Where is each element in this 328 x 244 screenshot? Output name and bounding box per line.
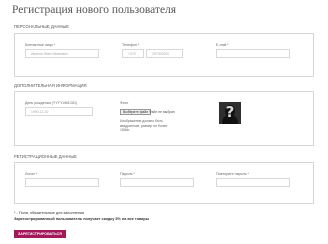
personal-panel: Контактное лицо * Иванов Иван Иванович Т… [14,33,314,77]
personal-section-heading: Персональные данные [14,24,70,29]
register-button[interactable]: Зарегистрироваться [14,230,66,238]
name-input[interactable]: Иванов Иван Иванович [25,49,99,58]
email-label: E-mail * [216,43,229,47]
photo-hint: Изображение должно быть квадратным, разм… [120,119,168,133]
birthday-input[interactable]: 1990-12-30 [25,107,93,116]
repeat-password-label: Повторите пароль * [216,172,249,176]
repeat-password-input[interactable] [216,178,290,187]
account-panel: Логин * Пароль * Повторите пароль * [14,162,314,204]
photo-label: Фото [120,101,129,105]
email-input[interactable] [216,49,290,58]
birthday-label: День рождения (YYYY-MM-DD) [25,101,77,105]
extra-section-heading: Дополнительная информация [14,83,87,88]
login-input[interactable] [25,178,99,187]
phone-input[interactable]: 297000000 [146,49,183,58]
required-note: * - Поля, обязательные для заполнения [14,211,85,215]
extra-panel: День рождения (YYYY-MM-DD) 1990-12-30 Фо… [14,91,314,146]
password-label: Пароль * [120,172,135,176]
password-input[interactable] [120,178,194,187]
login-label: Логин * [25,172,38,176]
choose-file-button[interactable]: Выберите файл [120,109,152,115]
discount-note: Зарегистрированный пользователь получает… [14,217,149,221]
phone-code-input[interactable]: +375 [122,49,144,58]
file-status: Файл не выбран [149,110,175,114]
phone-label: Телефон * [122,43,140,47]
svg-text:?: ? [226,103,235,121]
page-title: Регистрация нового пользователя [12,4,177,16]
name-label: Контактное лицо * [25,43,56,47]
avatar-placeholder-icon: ? [219,102,241,124]
account-section-heading: Регистрационные данные [14,154,77,159]
